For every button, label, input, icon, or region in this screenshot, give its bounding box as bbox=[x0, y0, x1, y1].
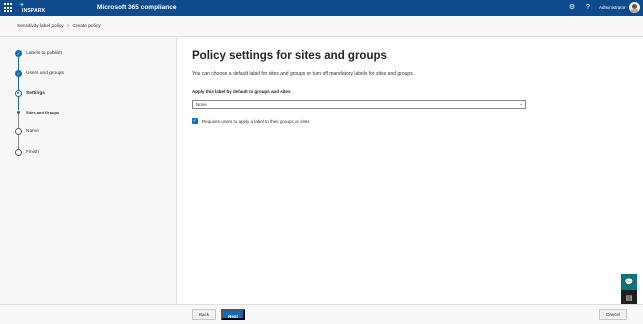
main-content: Policy settings for sites and groups You… bbox=[177, 37, 643, 304]
step-name: Name bbox=[26, 129, 39, 134]
step-todo-icon bbox=[15, 128, 22, 135]
wizard-steps: ✓ Labels to publish ✓ Users and groups S… bbox=[0, 37, 176, 304]
breadcrumb-item-sensitivity-label-policy[interactable]: Sensitivity label policy bbox=[17, 24, 64, 29]
step-finish: Finish bbox=[26, 150, 39, 155]
next-button[interactable]: Next bbox=[221, 309, 245, 320]
cancel-button[interactable]: Cancel bbox=[599, 309, 627, 320]
substep-current-icon bbox=[17, 111, 20, 114]
brand-name: INSPARK bbox=[22, 8, 46, 14]
back-button[interactable]: Back bbox=[192, 309, 216, 320]
require-label-checkbox[interactable]: ✓ bbox=[192, 118, 198, 124]
step-settings: Settings bbox=[26, 91, 45, 96]
default-label-field-label: Apply this label by default to groups an… bbox=[192, 89, 291, 94]
substep-sites-and-groups: Sites and Groups bbox=[26, 110, 60, 115]
breadcrumb: Sensitivity label policy > Create policy bbox=[17, 24, 100, 29]
gear-icon[interactable]: ⚙ bbox=[567, 3, 577, 13]
step-done-icon: ✓ bbox=[15, 50, 22, 57]
default-label-dropdown[interactable]: None ⌄ bbox=[192, 100, 526, 109]
chat-icon: 💬 bbox=[624, 279, 634, 286]
user-name[interactable]: Administrator bbox=[599, 5, 626, 10]
dropdown-selected-value: None bbox=[196, 102, 207, 107]
step-todo-icon bbox=[15, 149, 22, 156]
app-launcher-icon[interactable] bbox=[4, 3, 14, 13]
step-current-icon bbox=[15, 90, 22, 97]
app-title[interactable]: Microsoft 365 compliance bbox=[97, 4, 176, 11]
page-description: You can choose a default label for sites… bbox=[192, 71, 415, 77]
breadcrumb-item-create-policy: Create policy bbox=[72, 24, 101, 29]
require-label-checkbox-label[interactable]: Requires users to apply a label to their… bbox=[202, 119, 310, 124]
step-labels-to-publish: Labels to publish bbox=[26, 51, 63, 56]
brand-logo[interactable]: ✦ INSPARK bbox=[19, 2, 49, 14]
top-navigation-bar: ✦ INSPARK Microsoft 365 compliance ⚙ ? A… bbox=[0, 0, 643, 16]
breadcrumb-separator: > bbox=[66, 24, 70, 29]
help-chat-button[interactable]: 💬 bbox=[621, 274, 637, 291]
step-users-and-groups: Users and groups bbox=[26, 71, 64, 76]
question-icon[interactable]: ? bbox=[583, 3, 593, 13]
step-done-icon: ✓ bbox=[15, 70, 22, 77]
feedback-icon: ▤ bbox=[625, 295, 633, 302]
progress-line-done bbox=[18, 57, 19, 110]
page-title: Policy settings for sites and groups bbox=[192, 50, 387, 62]
wizard-footer: Back Next Cancel bbox=[0, 304, 643, 324]
chevron-down-icon: ⌄ bbox=[518, 101, 523, 107]
avatar[interactable] bbox=[629, 2, 640, 13]
